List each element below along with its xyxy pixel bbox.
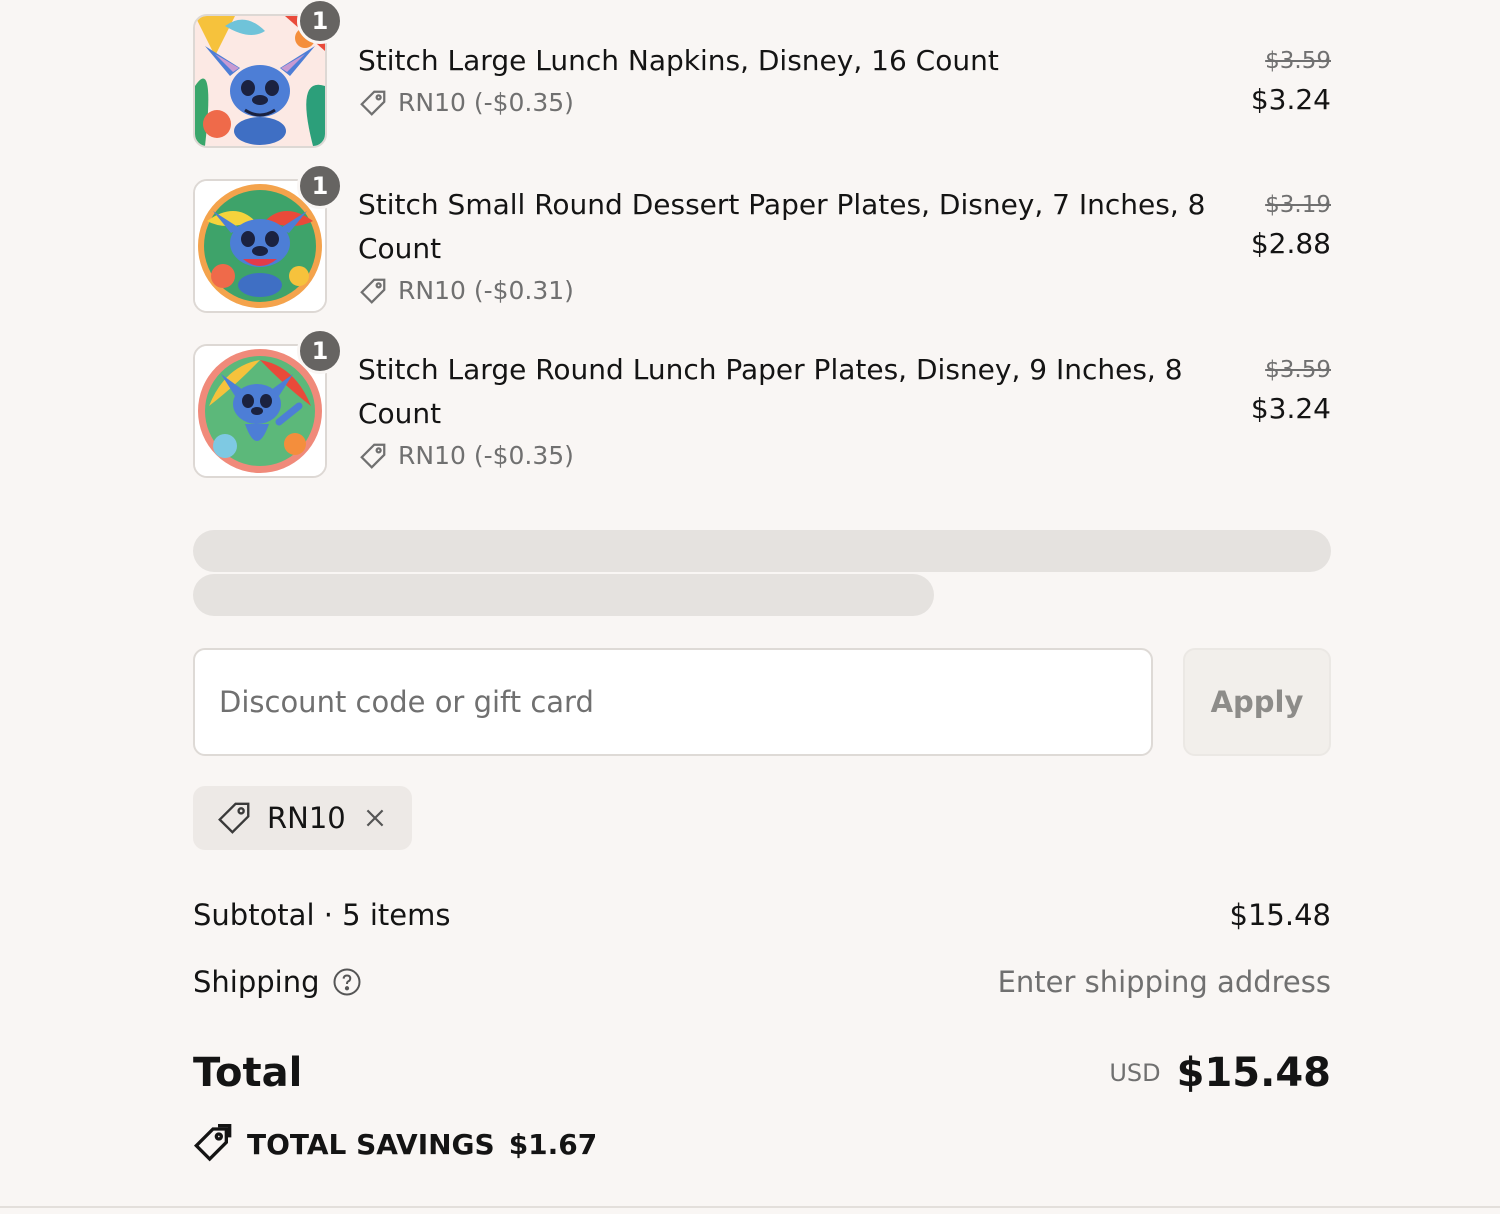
- original-price: $3.19: [1265, 192, 1331, 218]
- currency-code: USD: [1109, 1059, 1161, 1087]
- original-price: $3.59: [1265, 357, 1331, 383]
- loading-skeleton: [193, 574, 934, 616]
- line-item-discount-text: RN10 (-$0.35): [398, 88, 574, 117]
- subtotal-value: $15.48: [1229, 898, 1331, 932]
- savings-tag-icon: [193, 1124, 232, 1162]
- line-item-title: Stitch Small Round Dessert Paper Plates,…: [358, 188, 1206, 265]
- line-item: 1 Stitch Small Round Dessert Paper Plate…: [193, 163, 1331, 319]
- line-item-discount: RN10 (-$0.35): [358, 436, 1218, 476]
- product-thumbnail: 1: [193, 163, 343, 313]
- shipping-value: Enter shipping address: [997, 965, 1331, 999]
- tag-icon: [360, 278, 386, 304]
- help-icon[interactable]: [332, 967, 362, 997]
- subtotal-row: Subtotal · 5 items $15.48: [193, 898, 1331, 932]
- applied-discount-chip: RN10: [193, 786, 412, 850]
- discount-form: Apply: [193, 648, 1331, 756]
- line-item-prices: $3.19 $2.88: [1251, 188, 1331, 266]
- loading-skeleton: [193, 530, 1331, 572]
- product-thumbnail: 1: [193, 328, 343, 478]
- tag-icon: [360, 90, 386, 116]
- discounted-price: $3.24: [1250, 83, 1331, 116]
- total-label: Total: [193, 1050, 303, 1096]
- original-price: $3.59: [1265, 48, 1331, 74]
- shipping-label: Shipping: [193, 965, 320, 999]
- close-icon: [366, 809, 384, 827]
- discounted-price: $2.88: [1250, 227, 1331, 260]
- line-item-info: Stitch Large Lunch Napkins, Disney, 16 C…: [358, 39, 1218, 123]
- quantity-badge: 1: [297, 163, 343, 209]
- line-item: 1 Stitch Large Round Lunch Paper Plates,…: [193, 328, 1331, 484]
- line-item-discount-text: RN10 (-$0.35): [398, 441, 574, 470]
- line-item-discount: RN10 (-$0.31): [358, 271, 1218, 311]
- total-amount-group: USD $15.48: [1109, 1050, 1331, 1096]
- quantity-badge: 1: [297, 328, 343, 374]
- line-item-title: Stitch Large Lunch Napkins, Disney, 16 C…: [358, 44, 999, 77]
- line-item: 1 Stitch Large Lunch Napkins, Disney, 16…: [193, 0, 1331, 154]
- tag-icon: [218, 802, 250, 834]
- subtotal-label: Subtotal · 5 items: [193, 898, 451, 932]
- product-thumbnail: 1: [193, 0, 343, 148]
- total-amount: $15.48: [1176, 1050, 1331, 1096]
- line-item-prices: $3.59 $3.24: [1251, 44, 1331, 122]
- total-savings-row: TOTAL SAVINGS $1.67: [193, 1124, 597, 1164]
- shipping-row: Shipping Enter shipping address: [193, 965, 1331, 999]
- line-item-discount-text: RN10 (-$0.31): [398, 276, 574, 305]
- discount-code-input[interactable]: [193, 648, 1153, 756]
- total-savings-label: TOTAL SAVINGS: [247, 1127, 495, 1161]
- line-item-title: Stitch Large Round Lunch Paper Plates, D…: [358, 353, 1183, 430]
- line-item-info: Stitch Small Round Dessert Paper Plates,…: [358, 183, 1218, 311]
- discounted-price: $3.24: [1250, 392, 1331, 425]
- total-row: Total USD $15.48: [193, 1050, 1331, 1096]
- quantity-badge: 1: [297, 0, 343, 44]
- divider: [0, 1206, 1500, 1208]
- line-item-prices: $3.59 $3.24: [1251, 353, 1331, 431]
- line-item-info: Stitch Large Round Lunch Paper Plates, D…: [358, 348, 1218, 476]
- total-savings-value: $1.67: [508, 1127, 598, 1161]
- remove-discount-button[interactable]: [360, 803, 390, 833]
- applied-discount-code: RN10: [267, 801, 346, 835]
- apply-button[interactable]: Apply: [1183, 648, 1331, 756]
- line-item-discount: RN10 (-$0.35): [358, 83, 1218, 123]
- tag-icon: [360, 443, 386, 469]
- shipping-label-group: Shipping: [193, 965, 362, 999]
